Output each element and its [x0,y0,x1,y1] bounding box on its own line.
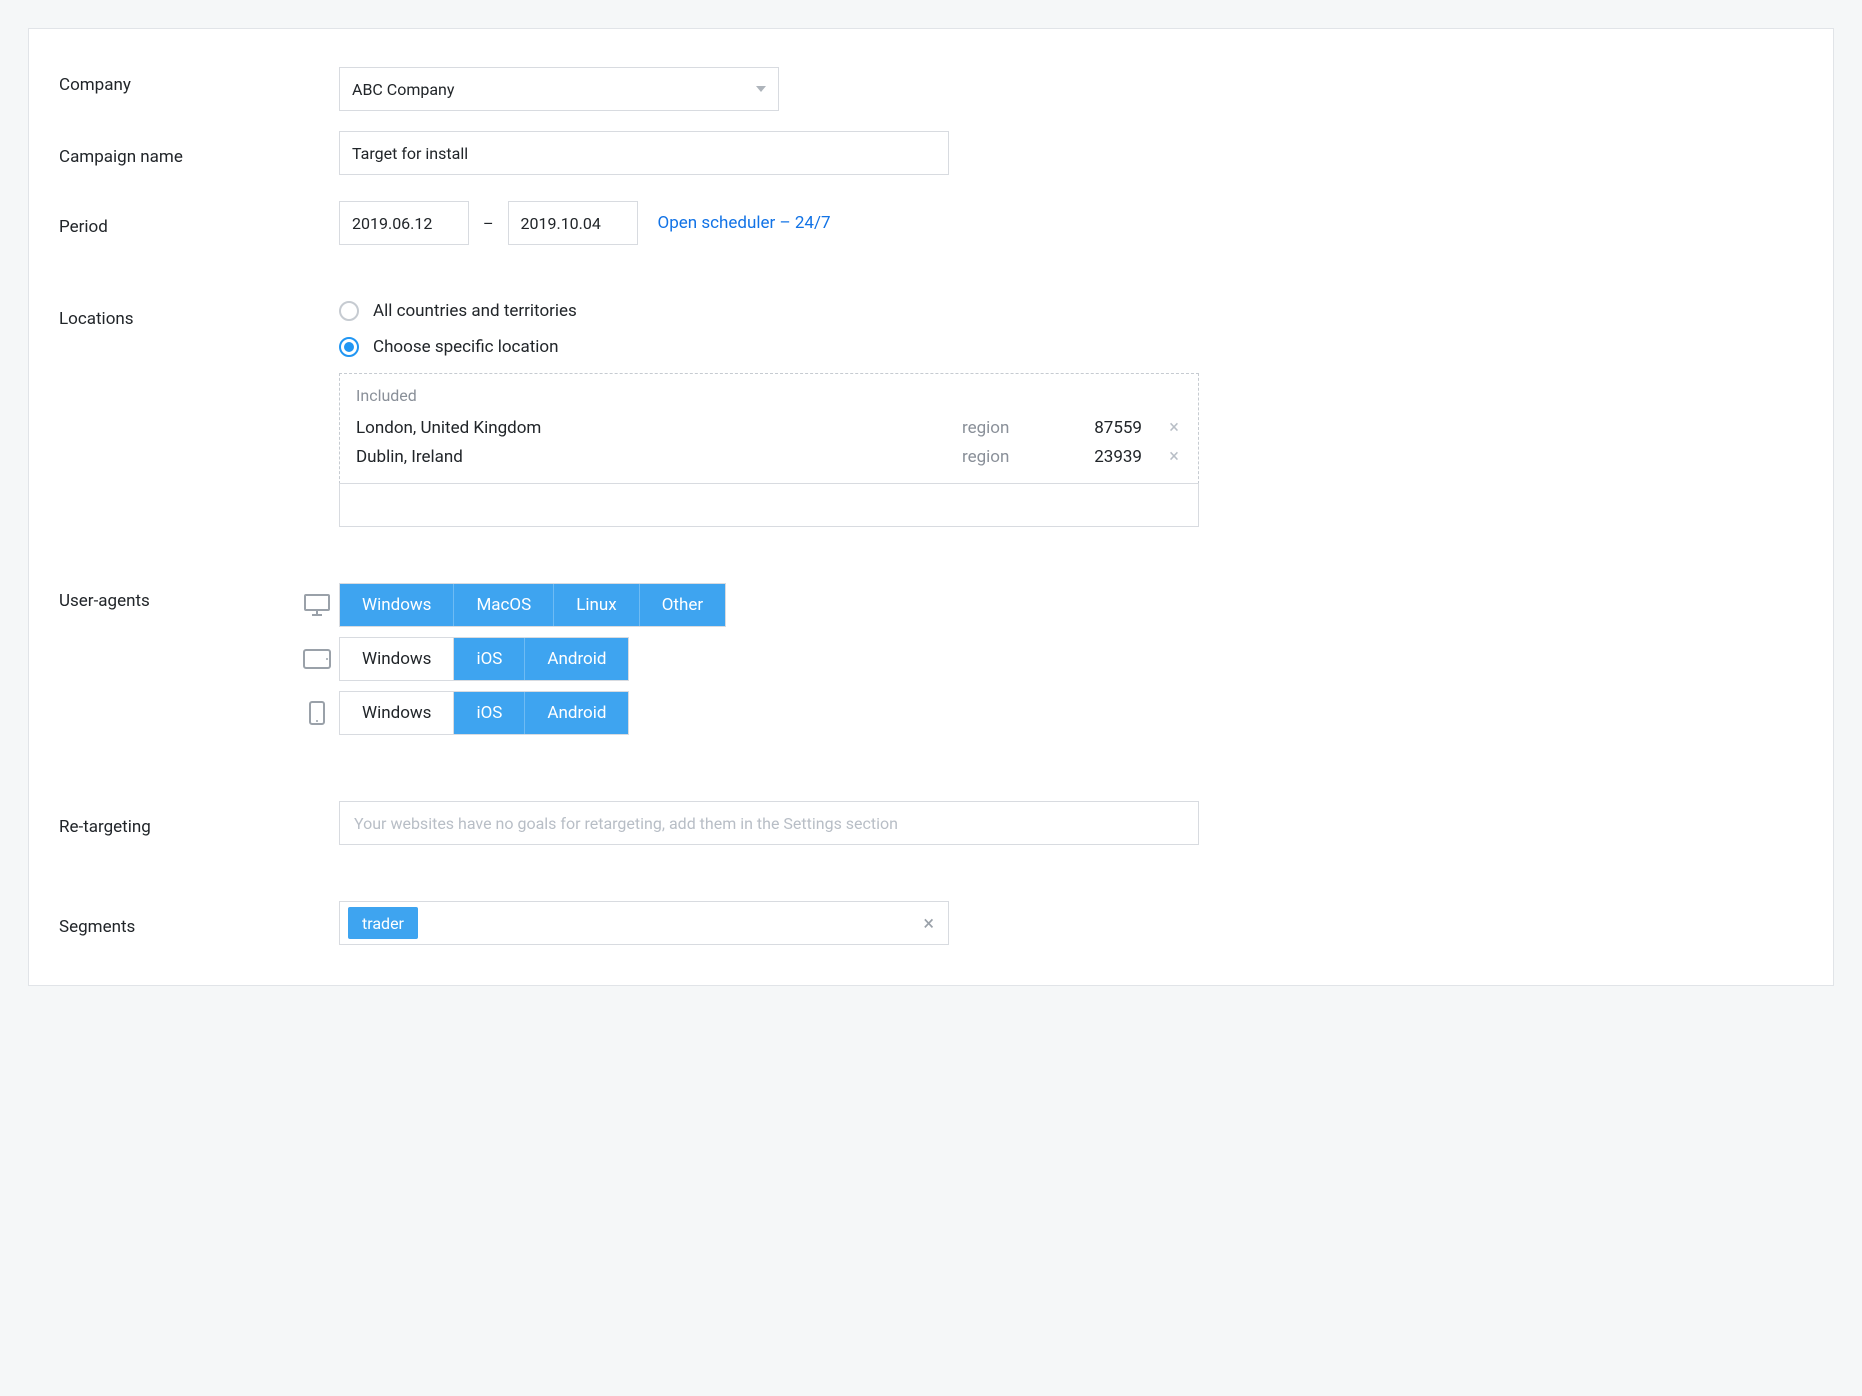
scheduler-link[interactable]: Open scheduler – 24/7 [658,213,831,233]
ua-toggle-tablet-android[interactable]: Android [524,638,628,680]
tablet-icon [295,649,339,669]
location-row: London, United Kingdom region 87559 × [356,413,1182,442]
campaign-name-input[interactable]: Target for install [339,131,949,175]
campaign-name-label: Campaign name [59,139,339,167]
ua-toggle-desktop-windows[interactable]: Windows [340,584,454,626]
company-label: Company [59,67,339,95]
chevron-down-icon [756,86,766,92]
clear-segments-icon[interactable]: × [923,911,940,935]
locations-option-specific-label: Choose specific location [373,337,558,357]
radio-icon [339,301,359,321]
campaign-name-value: Target for install [352,144,468,163]
segments-input[interactable]: trader × [339,901,949,945]
locations-option-all[interactable]: All countries and territories [339,301,1199,321]
locations-label: Locations [59,301,339,329]
ua-toggle-tablet-windows[interactable]: Windows [340,638,454,680]
location-type: region [962,447,1042,467]
segments-row: Segments trader × [59,901,1803,945]
period-to-input[interactable]: 2019.10.04 [508,201,638,245]
ua-toggle-tablet-ios[interactable]: iOS [454,638,525,680]
desktop-icon [295,594,339,616]
locations-included-title: Included [356,386,1182,405]
period-label: Period [59,209,339,237]
company-selected-value: ABC Company [352,80,454,99]
campaign-name-row: Campaign name Target for install [59,131,1803,175]
retargeting-label: Re-targeting [59,809,339,837]
period-separator: – [483,214,494,233]
locations-option-all-label: All countries and territories [373,301,577,321]
company-select[interactable]: ABC Company [339,67,779,111]
ua-toggle-mobile-ios[interactable]: iOS [454,692,525,734]
segments-label: Segments [59,909,339,937]
location-search-input[interactable] [339,483,1199,527]
location-name: Dublin, Ireland [356,447,962,467]
location-row: Dublin, Ireland region 23939 × [356,442,1182,471]
location-type: region [962,418,1042,438]
mobile-icon [295,701,339,725]
user-agents-mobile: Windows iOS Android [295,691,1803,735]
period-to-value: 2019.10.04 [521,214,601,233]
ua-toggle-desktop-macos[interactable]: MacOS [453,584,554,626]
ua-toggle-mobile-windows[interactable]: Windows [340,692,454,734]
remove-location-icon[interactable]: × [1166,446,1182,467]
locations-option-specific[interactable]: Choose specific location [339,337,1199,357]
segment-chip-label: trader [362,914,404,933]
retargeting-row: Re-targeting Your websites have no goals… [59,801,1803,845]
segment-chip[interactable]: trader [348,907,418,939]
locations-row: Locations All countries and territories … [59,301,1803,527]
mobile-os-group: Windows iOS Android [339,691,629,735]
retargeting-input[interactable]: Your websites have no goals for retarget… [339,801,1199,845]
location-count: 23939 [1072,447,1142,467]
ua-toggle-desktop-linux[interactable]: Linux [553,584,639,626]
campaign-settings-panel: Company ABC Company Campaign name Target… [28,28,1834,986]
location-count: 87559 [1072,418,1142,438]
remove-location-icon[interactable]: × [1166,417,1182,438]
desktop-os-group: Windows MacOS Linux Other [339,583,726,627]
period-from-input[interactable]: 2019.06.12 [339,201,469,245]
user-agents-tablet: Windows iOS Android [295,637,1803,681]
period-from-value: 2019.06.12 [352,214,432,233]
retargeting-placeholder: Your websites have no goals for retarget… [354,814,898,833]
ua-toggle-mobile-android[interactable]: Android [524,692,628,734]
locations-included-box: Included London, United Kingdom region 8… [339,373,1199,484]
ua-toggle-desktop-other[interactable]: Other [639,584,725,626]
location-name: London, United Kingdom [356,418,962,438]
company-row: Company ABC Company [59,67,1803,111]
user-agents-desktop: Windows MacOS Linux Other [295,583,1803,627]
user-agents-row: User-agents Windows MacOS Linux Other [59,583,1803,745]
period-row: Period 2019.06.12 – 2019.10.04 Open sche… [59,201,1803,245]
tablet-os-group: Windows iOS Android [339,637,629,681]
radio-checked-icon [339,337,359,357]
